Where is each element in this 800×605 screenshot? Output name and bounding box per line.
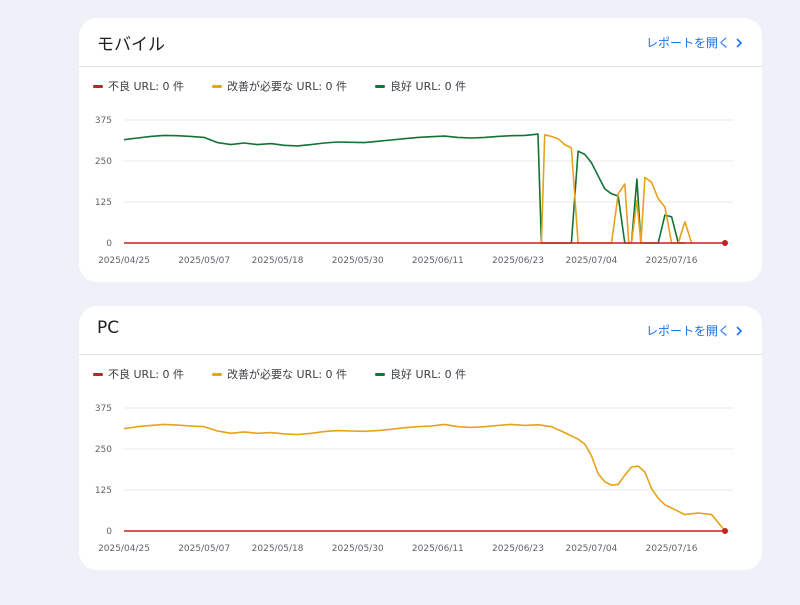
series-line — [123, 423, 726, 532]
mobile-chart[interactable]: 0 125 250 375 2025/04/25 2025/05/07 2025/05/18… — [79, 100, 762, 282]
y-tick-label: 125 — [95, 198, 112, 208]
legend-label: 改善が必要な URL: 0 件 — [227, 368, 348, 381]
pc-chart[interactable]: 0 125 250 375 2025/04/25 2025/05/07 2025/05/18… — [79, 388, 762, 570]
chevron-right-icon — [734, 37, 744, 48]
x-tick-label: 2025/06/11 — [412, 256, 464, 266]
series-line — [540, 134, 693, 244]
legend-item-needs-improvement[interactable]: 改善が必要な URL: 0 件 — [212, 366, 347, 382]
chevron-right-icon — [734, 325, 744, 336]
legend-item-good[interactable]: 良好 URL: 0 件 — [375, 366, 466, 382]
y-tick-label: 0 — [106, 527, 112, 537]
chart-legend: 不良 URL: 0 件 改善が必要な URL: 0 件 良好 URL: 0 件 — [93, 78, 494, 94]
card-title: PC — [97, 318, 120, 338]
x-tick-label: 2025/05/18 — [252, 256, 304, 266]
x-tick-label: 2025/06/23 — [492, 544, 544, 554]
chart-svg: 0 125 250 375 2025/04/25 2025/05/07 2025/05/18… — [95, 116, 733, 266]
legend-label: 良好 URL: 0 件 — [390, 80, 467, 93]
card-header: PC レポートを開く — [79, 306, 762, 355]
data-point — [722, 528, 728, 534]
legend-swatch — [93, 372, 103, 376]
legend-label: 不良 URL: 0 件 — [108, 80, 185, 93]
pc-card: PC レポートを開く 不良 URL: 0 件 改善が必要な URL: 0 件 良… — [79, 306, 762, 570]
open-report-link[interactable]: レポートを開く — [646, 322, 744, 339]
x-tick-label: 2025/05/30 — [332, 256, 384, 266]
legend-swatch — [212, 84, 223, 88]
legend-swatch — [212, 372, 223, 376]
chart-svg: 0 125 250 375 2025/04/25 2025/05/07 2025/05/18… — [95, 404, 733, 554]
x-tick-label: 2025/05/07 — [178, 256, 230, 266]
x-tick-label: 2025/05/30 — [332, 544, 384, 554]
x-tick-label: 2025/06/11 — [412, 544, 464, 554]
legend-swatch — [375, 84, 386, 88]
legend-item-bad[interactable]: 不良 URL: 0 件 — [93, 78, 184, 94]
legend-item-good[interactable]: 良好 URL: 0 件 — [375, 78, 466, 94]
mobile-card: モバイル レポートを開く 不良 URL: 0 件 改善が必要な URL: 0 件… — [79, 18, 762, 282]
open-report-label: レポートを開く — [645, 36, 730, 50]
x-tick-label: 2025/05/07 — [178, 544, 230, 554]
x-tick-label: 2025/07/16 — [646, 256, 698, 266]
x-tick-label: 2025/04/25 — [98, 256, 150, 266]
x-tick-label: 2025/07/04 — [566, 256, 618, 266]
x-tick-label: 2025/05/18 — [252, 544, 304, 554]
series-line — [123, 133, 685, 244]
legend-swatch — [375, 372, 386, 376]
x-tick-label: 2025/04/25 — [98, 544, 150, 554]
legend-item-needs-improvement[interactable]: 改善が必要な URL: 0 件 — [212, 78, 347, 94]
y-tick-label: 250 — [95, 445, 112, 455]
y-tick-label: 125 — [95, 486, 112, 496]
x-tick-label: 2025/07/04 — [566, 544, 618, 554]
legend-label: 改善が必要な URL: 0 件 — [227, 80, 348, 93]
open-report-link[interactable]: レポートを開く — [646, 34, 744, 51]
chart-legend: 不良 URL: 0 件 改善が必要な URL: 0 件 良好 URL: 0 件 — [93, 366, 494, 382]
y-tick-label: 375 — [95, 404, 112, 414]
y-tick-label: 250 — [95, 157, 112, 167]
data-point — [722, 240, 728, 246]
x-tick-label: 2025/07/16 — [646, 544, 698, 554]
y-tick-label: 0 — [106, 239, 112, 249]
legend-swatch — [93, 84, 103, 88]
card-header: モバイル レポートを開く — [79, 18, 762, 67]
open-report-label: レポートを開く — [645, 324, 730, 338]
legend-label: 良好 URL: 0 件 — [390, 368, 467, 381]
x-tick-label: 2025/06/23 — [492, 256, 544, 266]
card-title: モバイル — [97, 35, 165, 55]
y-tick-label: 375 — [95, 116, 112, 126]
legend-item-bad[interactable]: 不良 URL: 0 件 — [93, 366, 184, 382]
legend-label: 不良 URL: 0 件 — [108, 368, 185, 381]
